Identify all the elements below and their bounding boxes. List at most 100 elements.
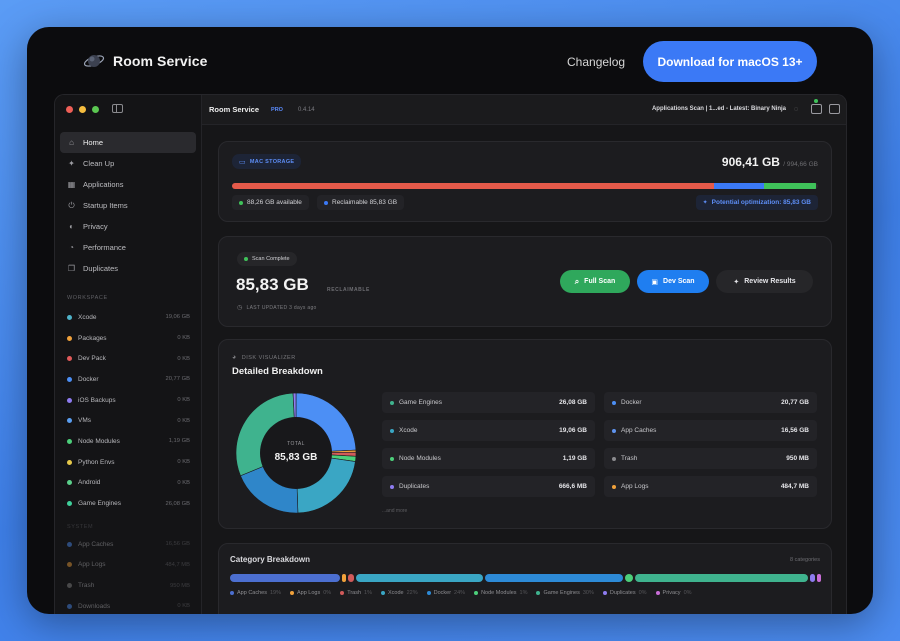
status-dot <box>67 335 72 341</box>
sidebar-item-performance[interactable]: ◔ Performance <box>60 237 196 258</box>
workspace-item-node-modules[interactable]: Node Modules 1,19 GB <box>60 431 196 452</box>
legend-dot <box>536 591 541 595</box>
workspace-item-label: Dev Pack <box>78 355 106 363</box>
workspace-item-label: Node Modules <box>78 437 120 445</box>
system-item-label: App Caches <box>78 540 114 548</box>
system-item-app-logs[interactable]: App Logs 484,7 MB <box>60 555 196 576</box>
system-item-trash[interactable]: Trash 950 MB <box>60 575 196 596</box>
breakdown-item-value: 20,77 GB <box>781 399 809 406</box>
breakdown-item-docker[interactable]: Docker 20,77 GB <box>604 392 817 413</box>
category-segment-xcode[interactable] <box>355 574 483 582</box>
category-segment-node-modules[interactable] <box>625 574 634 582</box>
legend-dot <box>612 428 616 433</box>
breakdown-item-app-logs[interactable]: App Logs 484,7 MB <box>604 476 817 497</box>
category-segment-game-engines[interactable] <box>635 574 809 582</box>
category-legend-item: Duplicates 0% <box>602 590 647 596</box>
category-legend-item: Trash 1% <box>340 590 372 596</box>
reclaimable-pill: Reclaimable 85,83 GB <box>317 195 405 210</box>
category-segment-docker[interactable] <box>484 574 624 582</box>
inspector-icon[interactable] <box>811 104 822 114</box>
breakdown-item-game-engines[interactable]: Game Engines 26,08 GB <box>382 392 595 413</box>
breakdown-item-xcode[interactable]: Xcode 19,06 GB <box>382 420 595 441</box>
copy-icon: ❐ <box>67 264 76 273</box>
privacy-icon: ◐ <box>69 222 74 231</box>
sidebar-item-applications[interactable]: ▦ Applications <box>60 174 196 195</box>
full-scan-label: Full Scan <box>584 278 616 285</box>
breakdown-item-trash[interactable]: Trash 950 MB <box>604 448 817 469</box>
sidebar-item-privacy[interactable]: ◐ Privacy <box>60 216 196 237</box>
category-percent: 30% <box>582 590 594 596</box>
sidebar-item-home[interactable]: ⌂ Home <box>60 132 196 153</box>
workspace-item-game-engines[interactable]: Game Engines 26,08 GB <box>60 493 196 514</box>
category-segment-privacy[interactable] <box>816 574 821 582</box>
site-logo[interactable]: Room Service <box>83 51 208 71</box>
workspace-item-xcode[interactable]: Xcode 19,06 GB <box>60 307 196 328</box>
full-scan-button[interactable]: ⌕ Full Scan <box>560 270 630 293</box>
sidebar-item-label: Duplicates <box>83 264 119 273</box>
system-item-label: Trash <box>78 582 95 590</box>
dev-scan-label: Dev Scan <box>663 278 695 285</box>
status-dot <box>67 356 72 362</box>
scan-card: Scan Complete 85,83 GB RECLAIMABLE ◷ LAS… <box>218 236 832 327</box>
sidebar: ⌂ Home ✦ Clean Up ▦ Applications ⏻ Start… <box>55 95 202 614</box>
sparkle-icon: ✦ <box>68 159 75 168</box>
workspace-item-size: 19,06 GB <box>165 314 191 321</box>
legend-dot <box>390 428 394 433</box>
status-dot <box>67 397 72 403</box>
app-titlebar: Room Service PRO 0.4.14 Applications Sca… <box>202 95 846 125</box>
legend-dot <box>390 456 394 461</box>
breakdown-item-app-caches[interactable]: App Caches 16,56 GB <box>604 420 817 441</box>
zoom-window-button[interactable] <box>92 106 99 113</box>
scan-status-text: Applications Scan | 1...ed - Latest: Bin… <box>651 106 786 112</box>
workspace-item-vms[interactable]: VMs 0 KB <box>60 410 196 431</box>
category-segment-app-caches[interactable] <box>230 574 340 582</box>
changelog-link[interactable]: Changelog <box>567 55 625 69</box>
system-item-downloads[interactable]: Downloads 0 KB <box>60 596 196 614</box>
breakdown-item-node-modules[interactable]: Node Modules 1,19 GB <box>382 448 595 469</box>
terminal-icon[interactable] <box>829 104 840 114</box>
sidebar-item-duplicates[interactable]: ❐ Duplicates <box>60 258 196 279</box>
workspace-item-ios-backups[interactable]: iOS Backups 0 KB <box>60 390 196 411</box>
disk-visualizer-label: ◕ DISK VISUALIZER <box>232 354 296 361</box>
category-count: 8 categories <box>790 557 820 563</box>
minimize-window-button[interactable] <box>79 106 86 113</box>
sidebar-item-clean-up[interactable]: ✦ Clean Up <box>60 153 196 174</box>
system-item-app-caches[interactable]: App Caches 16,56 GB <box>60 534 196 555</box>
category-label: Node Modules <box>481 590 517 596</box>
status-dot <box>67 480 72 486</box>
workspace-item-dev-pack[interactable]: Dev Pack 0 KB <box>60 348 196 369</box>
mac-storage-label-text: MAC STORAGE <box>249 158 295 165</box>
download-button[interactable]: Download for macOS 13+ <box>643 41 817 82</box>
status-dot <box>67 459 72 465</box>
review-results-button[interactable]: ✦ Review Results <box>716 270 813 293</box>
disk-donut-chart: TOTAL 85,83 GB <box>235 392 357 514</box>
sidebar-item-startup-items[interactable]: ⏻ Startup Items <box>60 195 196 216</box>
breakdown-item-label: Trash <box>621 455 638 462</box>
workspace-item-python-envs[interactable]: Python Envs 0 KB <box>60 452 196 473</box>
sidebar-toggle-icon[interactable] <box>112 104 123 113</box>
category-segment-trash[interactable] <box>347 574 354 582</box>
disk-visualizer-card: ◕ DISK VISUALIZER Detailed Breakdown TOT… <box>218 339 832 529</box>
optimization-pill[interactable]: ✦ Potential optimization: 85,83 GB <box>695 195 818 210</box>
dev-scan-button[interactable]: ▣ Dev Scan <box>637 270 709 293</box>
category-percent: 0% <box>683 590 692 596</box>
category-percent: 19% <box>269 590 281 596</box>
status-dot <box>67 314 72 320</box>
workspace-item-android[interactable]: Android 0 KB <box>60 473 196 494</box>
legend-dot <box>612 400 616 405</box>
reclaimable-text: Reclaimable 85,83 GB <box>332 199 398 206</box>
category-label: Trash <box>347 590 362 596</box>
last-updated: ◷ LAST UPDATED 3 days ago <box>237 304 317 312</box>
window-controls <box>66 106 99 113</box>
breakdown-item-value: 1,19 GB <box>562 455 587 462</box>
category-segment-app-logs[interactable] <box>341 574 346 582</box>
workspace-item-size: 20,77 GB <box>165 376 191 383</box>
category-segment-duplicates[interactable] <box>810 574 815 582</box>
category-legend: App Caches 19% App Logs 0% Trash 1% Xcode 22% Do… <box>230 590 692 596</box>
close-window-button[interactable] <box>66 106 73 113</box>
breakdown-item-duplicates[interactable]: Duplicates 666,6 MB <box>382 476 595 497</box>
workspace-item-packages[interactable]: Packages 0 KB <box>60 328 196 349</box>
legend-dot <box>426 591 431 595</box>
category-percent: 22% <box>406 590 418 596</box>
workspace-item-docker[interactable]: Docker 20,77 GB <box>60 369 196 390</box>
